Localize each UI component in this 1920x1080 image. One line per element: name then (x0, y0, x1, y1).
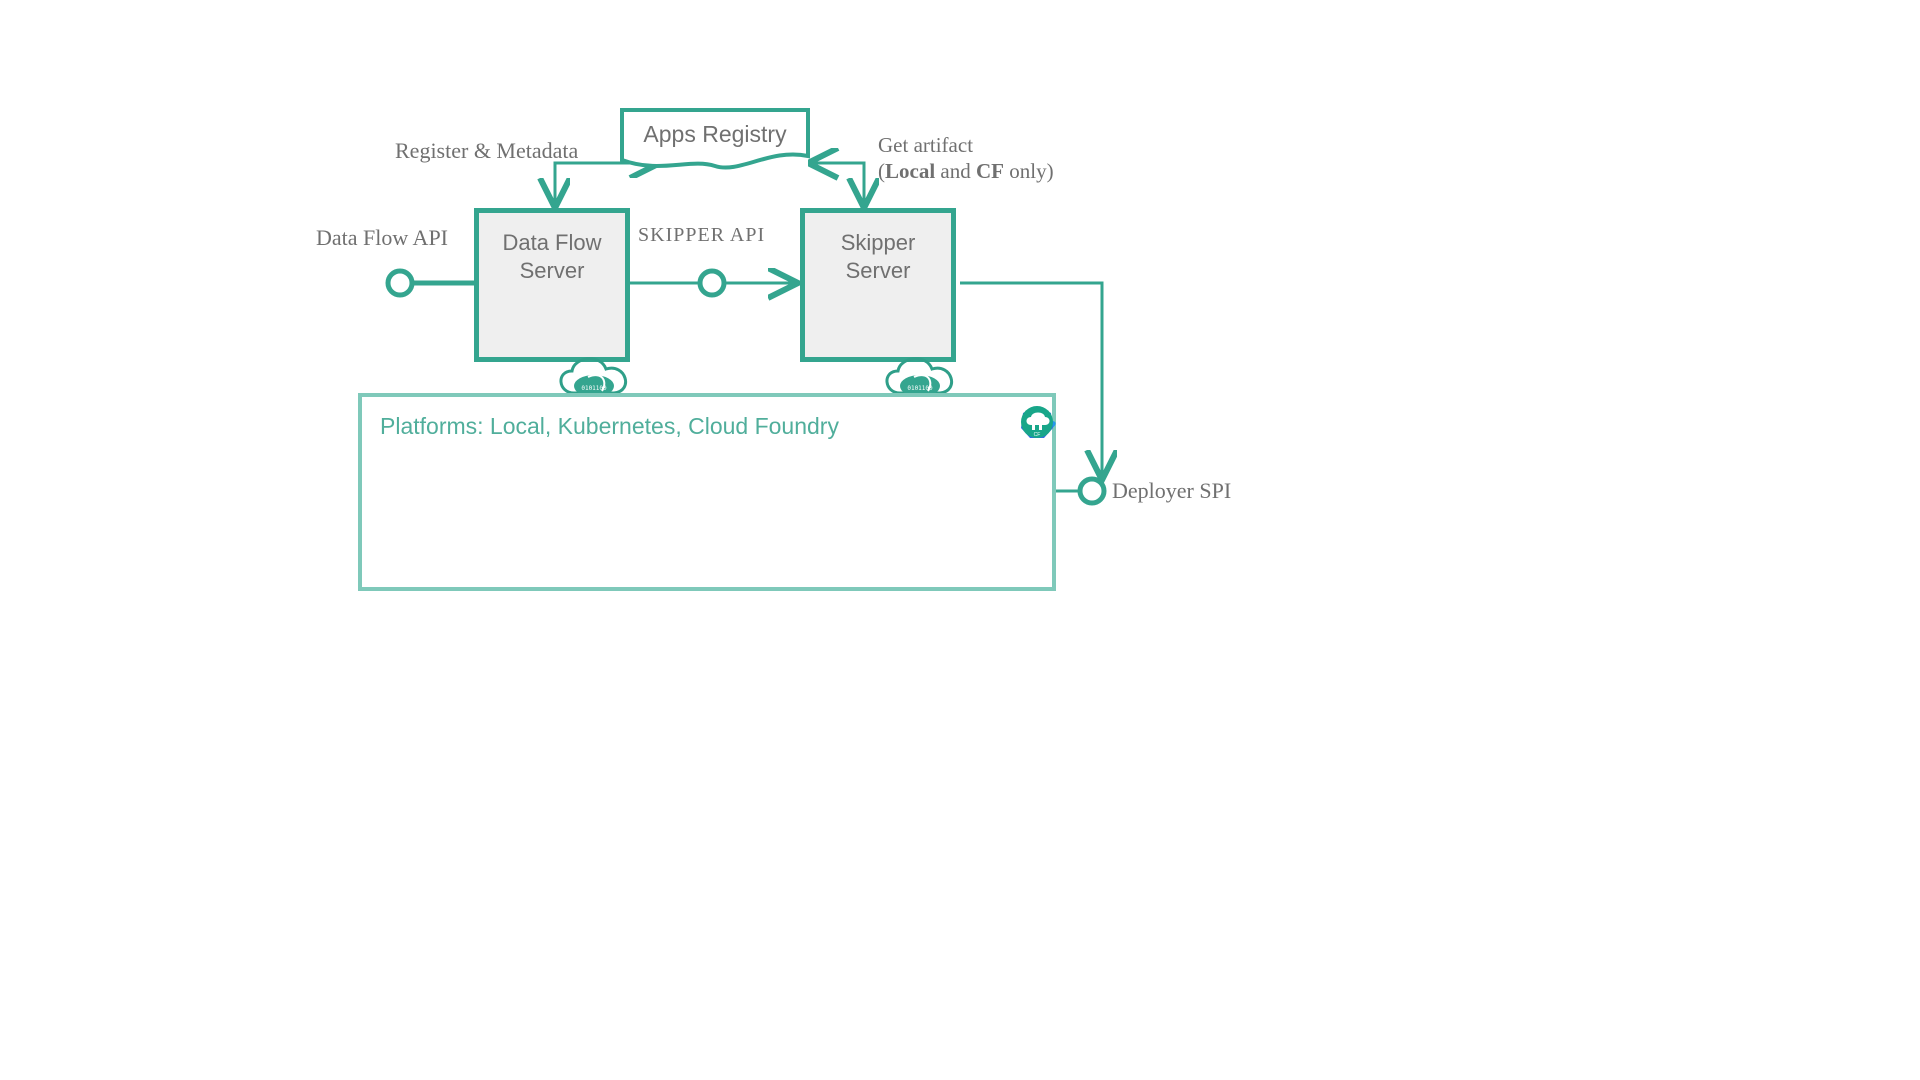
edge-registry-skipper (808, 163, 864, 208)
skipper-title-l2: Server (805, 257, 951, 285)
port-deployer-spi (1080, 479, 1104, 503)
svg-text:0101100: 0101100 (907, 385, 933, 392)
ga-mid: and (935, 159, 976, 183)
label-get-artifact-l1: Get artifact (878, 132, 1054, 158)
dfs-title-l1: Data Flow (479, 229, 625, 257)
data-flow-server-box: Data Flow Server 0101100 (474, 208, 630, 362)
label-get-artifact: Get artifact (Local and CF only) (878, 132, 1054, 185)
dfs-title-l2: Server (479, 257, 625, 285)
ga-cf: CF (976, 159, 1004, 183)
label-deployer-spi: Deployer SPI (1112, 478, 1231, 504)
ga-local: Local (885, 159, 935, 183)
port-data-flow-api (388, 271, 412, 295)
port-skipper-api (700, 271, 724, 295)
label-data-flow-api: Data Flow API (316, 225, 448, 251)
label-register-metadata: Register & Metadata (395, 138, 578, 164)
ga-prefix: ( (878, 159, 885, 183)
platforms-box: Platforms: Local, Kubernetes, Cloud Foun… (358, 393, 1056, 591)
svg-text:CF: CF (1034, 432, 1041, 438)
skipper-title-l1: Skipper (805, 229, 951, 257)
ga-suffix: only) (1004, 159, 1054, 183)
svg-text:0101100: 0101100 (581, 385, 607, 392)
label-skipper-api: SKIPPER API (638, 224, 765, 247)
label-get-artifact-l2: (Local and CF only) (878, 158, 1054, 184)
platforms-text: Platforms: Local, Kubernetes, Cloud Foun… (380, 413, 839, 440)
apps-registry-box: Apps Registry (620, 108, 810, 166)
skipper-server-box: Skipper Server 0101100 (800, 208, 956, 362)
apps-registry-title: Apps Registry (620, 108, 810, 149)
